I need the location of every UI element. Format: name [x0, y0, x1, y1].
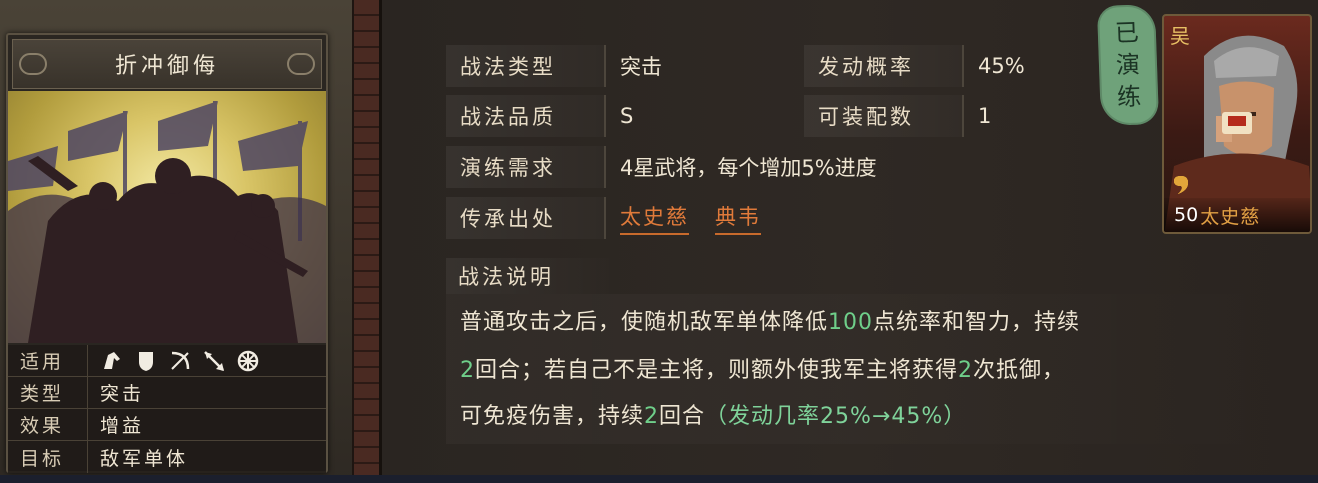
attr-key: 类型	[8, 377, 88, 408]
description-line: 可免疫伤害，持续2回合（发动几率25%→45%）	[460, 398, 966, 430]
description-text: 回合；若自己不是主将，则额外使我军主将获得	[475, 358, 959, 383]
attr-value: 敌军单体	[100, 447, 189, 470]
skill-card-title-bar: 折冲御侮	[12, 39, 322, 89]
description-number: 2	[958, 358, 974, 383]
skill-attributes: 适用 类型 突击 效果 增益 目标 敌军单体	[8, 345, 326, 473]
stamp-char: 演	[1115, 50, 1141, 80]
star-icon	[1174, 176, 1188, 194]
faction-badge: 吴	[1170, 24, 1190, 48]
description-text: 可免疫伤害，持续	[460, 404, 645, 429]
info-value: S	[620, 104, 634, 128]
info-label: 可装配数	[804, 95, 964, 137]
spear-icon	[202, 349, 226, 373]
shield-icon	[134, 349, 158, 373]
info-value: 突击	[620, 55, 662, 79]
description-line: 2回合；若自己不是主将，则额外使我军主将获得2次抵御，	[460, 352, 1065, 384]
attr-row-target: 目标 敌军单体	[8, 441, 326, 473]
attr-value: 增益	[100, 415, 145, 437]
cavalry-icon	[100, 349, 124, 373]
general-nameplate: 50 太史慈	[1164, 198, 1310, 232]
info-row-rate: 发动概率 45%	[804, 45, 1094, 87]
info-label: 战法类型	[446, 45, 606, 87]
info-label: 战法品质	[446, 95, 606, 137]
troop-type-icons	[88, 349, 260, 373]
description-number: 100	[828, 310, 874, 335]
general-level: 50	[1174, 204, 1199, 226]
attr-row-effect: 效果 增益	[8, 409, 326, 441]
trained-stamp: 已 演 练	[1096, 4, 1160, 126]
info-row-type: 战法类型 突击	[446, 45, 756, 87]
skill-artwork	[8, 91, 326, 343]
brick-divider	[352, 0, 382, 483]
source-general-link[interactable]: 太史慈	[620, 201, 689, 235]
general-name: 太史慈	[1200, 205, 1261, 228]
description-text: 点统率和智力，持续	[873, 310, 1081, 335]
description-text: 回合	[659, 404, 706, 429]
skill-name: 折冲御侮	[114, 54, 219, 79]
info-row-source: 传承出处 太史慈 典韦	[446, 197, 1006, 239]
stamp-char: 练	[1116, 82, 1142, 112]
description-number: 2	[644, 404, 660, 429]
attr-key: 目标	[8, 441, 88, 473]
title-ornament-right-icon	[287, 53, 315, 75]
general-portrait[interactable]: 吴 50 太史慈	[1162, 14, 1312, 234]
bow-icon	[168, 349, 192, 373]
attr-value: 突击	[100, 383, 145, 405]
description-text: 普通攻击之后，使随机敌军单体降低	[460, 310, 829, 335]
activation-rate-upgrade: （发动几率25%→45%）	[705, 404, 967, 429]
siege-icon	[236, 349, 260, 373]
info-row-training: 演练需求 4星武将，每个增加5%进度	[446, 146, 1106, 188]
info-label: 传承出处	[446, 197, 606, 239]
description-title: 战法说明	[446, 258, 616, 294]
attr-key: 适用	[8, 345, 88, 376]
source-generals: 太史慈 典韦	[606, 197, 1006, 239]
info-value: 1	[978, 104, 992, 128]
info-value: 45%	[978, 54, 1025, 78]
source-general-link[interactable]: 典韦	[715, 201, 761, 235]
skill-card[interactable]: 折冲御侮 适用 类型 突击 效果 增益 目标 敌军单体	[6, 33, 328, 473]
attr-row-type: 类型 突击	[8, 377, 326, 409]
attr-key: 效果	[8, 409, 88, 440]
description-line: 普通攻击之后，使随机敌军单体降低100点统率和智力，持续	[460, 304, 1080, 336]
description-number: 2	[460, 358, 475, 383]
description-text: 次抵御，	[973, 358, 1066, 383]
title-ornament-left-icon	[19, 53, 47, 75]
info-label: 发动概率	[804, 45, 964, 87]
info-value: 4星武将，每个增加5%进度	[620, 156, 877, 180]
info-row-slots: 可装配数 1	[804, 95, 1094, 137]
attr-row-applicable: 适用	[8, 345, 326, 377]
info-label: 演练需求	[446, 146, 606, 188]
bottom-strip	[0, 475, 1318, 483]
stamp-char: 已	[1114, 18, 1140, 48]
info-row-quality: 战法品质 S	[446, 95, 756, 137]
